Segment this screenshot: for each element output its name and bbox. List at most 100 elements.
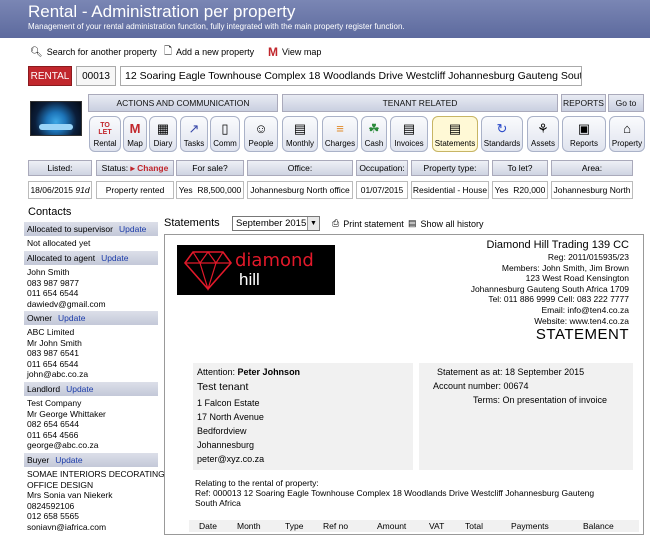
agent-update-link[interactable]: Update [101, 253, 128, 263]
buyer-line: 012 658 5565 [27, 511, 79, 521]
landlord-line: 082 654 6544 [27, 419, 79, 429]
occupation-label: Occupation: [356, 160, 408, 176]
nav-cash-button[interactable]: ☘ Cash [361, 116, 387, 152]
monthly-icon: ▤ [293, 121, 307, 136]
nav-people-button[interactable]: ☺ People [244, 116, 278, 152]
column-header: Balance [583, 521, 614, 531]
office-label: Office: [247, 160, 353, 176]
page-title: Rental - Administration per property [28, 2, 296, 21]
printer-icon: ⎙ [332, 218, 340, 228]
supervisor-header: Allocated to supervisor Update [24, 222, 158, 236]
buyer-email[interactable]: soniavn@iafrica.com [27, 522, 106, 533]
comm-icon: ▯ [221, 121, 229, 136]
view-map-link[interactable]: M View map [268, 45, 321, 59]
nav-invoices-button[interactable]: ▤ Invoices [390, 116, 428, 152]
map-icon: M [129, 121, 141, 136]
page-subtitle: Management of your rental administration… [28, 22, 405, 31]
nav-comm-button[interactable]: ▯ Comm [210, 116, 240, 152]
nav-standards-button[interactable]: ↻ Standards [481, 116, 523, 152]
nav-monthly-button[interactable]: ▤ Monthly [282, 116, 318, 152]
reports-section-header: REPORTS [561, 94, 606, 112]
search-icon: 🔍︎ [30, 46, 43, 58]
new-document-icon: 🗋︎ [164, 45, 173, 57]
agent-email[interactable]: dawiedv@gmail.com [27, 299, 106, 310]
actions-section-header: ACTIONS AND COMMUNICATION [88, 94, 278, 112]
nav-charges-button[interactable]: ≡ Charges [322, 116, 358, 152]
landlord-update-link[interactable]: Update [66, 384, 93, 394]
nav-rental-button[interactable]: TO LET Rental [89, 116, 121, 152]
buyer-line: Mrs Sonia van Niekerk [27, 490, 113, 500]
forsale-label: For sale? [176, 160, 244, 176]
nav-map-button[interactable]: M Map [123, 116, 147, 152]
nav-diary-button[interactable]: ▦ Diary [149, 116, 177, 152]
owner-line: Mr John Smith [27, 337, 82, 348]
company-name: Diamond Hill Trading 139 CC [486, 239, 629, 251]
attention-name: Peter Johnson [237, 367, 301, 377]
property-id: 00013 [76, 66, 116, 86]
cash-icon: ☘ [368, 121, 380, 136]
show-history-link[interactable]: ▤ Show all history [408, 218, 484, 229]
app-header: Rental - Administration per property Man… [0, 0, 650, 38]
payment-terms: Terms: On presentation of invoice [473, 395, 608, 405]
landlord-line: Mr George Whittaker [27, 408, 106, 419]
tenant-name: Test tenant [197, 381, 249, 393]
list-icon: ▤ [408, 218, 417, 228]
statements-title: Statements [164, 217, 220, 229]
statement-info-box: Statement as at: 18 September 2015 Accou… [419, 363, 633, 470]
page: { "header": { "title": "Rental - Adminis… [0, 0, 650, 535]
nav-tasks-button[interactable]: ↗ Tasks [180, 116, 208, 152]
top-links: 🔍︎ Search for another property 🗋︎ Add a … [0, 42, 650, 62]
property-address: 12 Soaring Eagle Townhouse Complex 18 Wo… [120, 66, 582, 86]
landlord-line: 011 654 4566 [27, 429, 79, 440]
status-label-cell: Status: ▸ Change [96, 160, 174, 176]
standards-icon: ↻ [496, 121, 508, 136]
property-bar: RENTAL 00013 12 Soaring Eagle Townhouse … [28, 66, 582, 88]
print-statement-link[interactable]: ⎙ Print statement [332, 218, 404, 229]
property-type-value: Residential - House [411, 181, 489, 199]
nav-assets-button[interactable]: ⚘ Assets [527, 116, 559, 152]
column-header: Amount [377, 521, 407, 531]
status-change-link[interactable]: ▸ Change [131, 163, 169, 174]
column-header: Month [237, 521, 261, 531]
column-header: Ref no [323, 521, 349, 531]
goto-section-header: Go to [608, 94, 644, 112]
add-property-link[interactable]: 🗋︎ Add a new property [164, 45, 254, 59]
statement-month-select[interactable]: September 2015 ▼ [232, 216, 320, 231]
people-icon: ☺ [254, 121, 268, 136]
nav-reports-button[interactable]: ▣ Reports [562, 116, 606, 152]
supervisor-line: Not allocated yet [27, 238, 91, 248]
owner-line: 083 987 6541 [27, 348, 79, 358]
relating-text: Relating to the rental of property: Ref:… [195, 478, 615, 508]
landlord-line: Test Company [27, 398, 82, 408]
charges-icon: ≡ [336, 121, 344, 136]
owner-email[interactable]: john@abc.co.za [27, 369, 88, 380]
landlord-email[interactable]: george@abc.co.za [27, 440, 98, 451]
reports-icon: ▣ [577, 121, 591, 136]
property-thumbnail[interactable] [30, 101, 82, 136]
listed-value: 18/06/2015 91d [28, 181, 92, 199]
owner-update-link[interactable]: Update [58, 313, 85, 323]
area-label: Area: [551, 160, 633, 176]
tenant-address: 1 Falcon Estate [197, 398, 260, 408]
nav-statements-button[interactable]: ▤ Statements [432, 116, 478, 152]
landlord-header: Landlord Update [24, 382, 158, 396]
to-let-icon: TO LET [98, 122, 112, 136]
diary-icon: ▦ [156, 121, 170, 136]
contacts-title: Contacts [28, 206, 72, 218]
company-logo: diamond hill [177, 245, 335, 295]
buyer-update-link[interactable]: Update [55, 455, 82, 465]
company-detail: Members: John Smith, Jim Brown [501, 262, 629, 273]
company-detail: Reg: 2011/015935/23 [547, 252, 629, 262]
nav-property-button[interactable]: ⌂ Property [609, 116, 645, 152]
supervisor-update-link[interactable]: Update [119, 224, 146, 234]
agent-line: 011 654 6544 [27, 288, 79, 298]
account-number: Account number: 00674 [433, 381, 529, 391]
owner-line: 011 654 6544 [27, 358, 79, 369]
statement-heading: STATEMENT [535, 326, 629, 343]
tasks-icon: ↗ [188, 121, 200, 136]
attention-box: Attention: Peter Johnson Test tenant 1 F… [193, 363, 413, 470]
search-property-link[interactable]: 🔍︎ Search for another property [30, 45, 157, 59]
owner-line: ABC Limited [27, 327, 75, 337]
company-detail: Johannesburg Gauteng South Africa 1709 [470, 283, 629, 294]
statement-date: Statement as at: 18 September 2015 [437, 367, 585, 377]
